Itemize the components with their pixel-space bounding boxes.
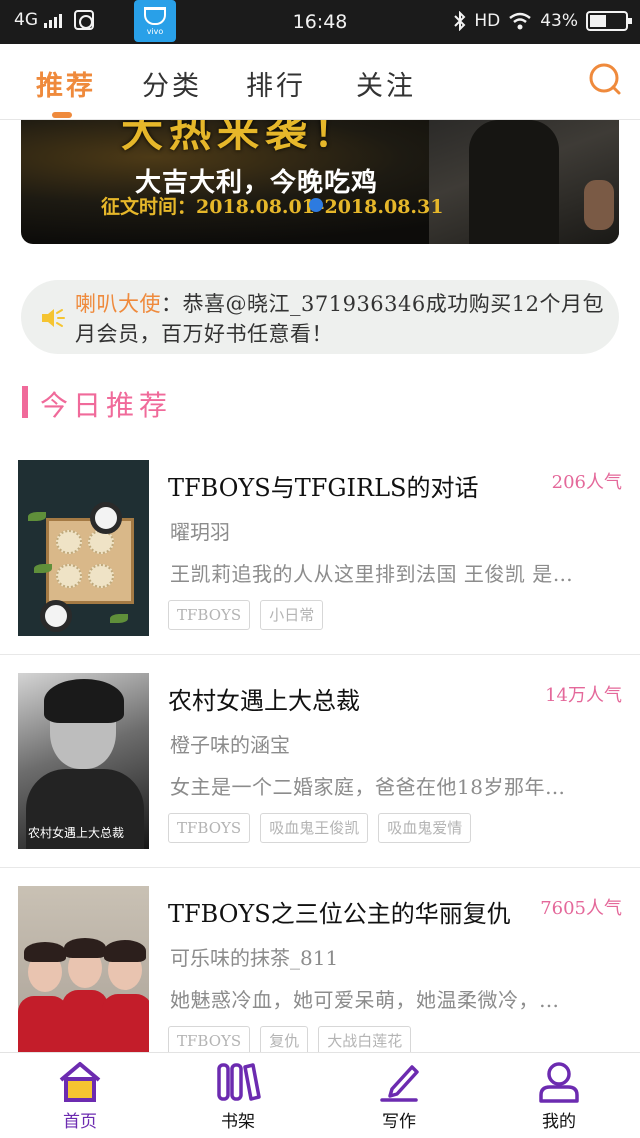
- section-title: 今日推荐: [40, 389, 173, 422]
- top-nav: 推荐 分类 排行 关注: [0, 44, 640, 120]
- home-icon: [59, 1062, 101, 1102]
- nav-bookshelf[interactable]: 书架: [198, 1061, 278, 1132]
- book-tags: TFBOYS 小日常: [168, 600, 324, 630]
- hd-label: HD: [474, 11, 501, 31]
- book-tag[interactable]: 吸血鬼王俊凯: [260, 813, 369, 843]
- list-divider: [0, 867, 640, 868]
- nav-profile[interactable]: 我的: [519, 1061, 599, 1132]
- book-title[interactable]: TFBOYS之三位公主的华丽复仇: [168, 894, 511, 929]
- search-icon[interactable]: [588, 62, 622, 96]
- list-divider: [0, 654, 640, 655]
- nav-write[interactable]: 写作: [359, 1061, 439, 1132]
- announcement-bar[interactable]: 喇叭大使：恭喜@晓江_371936346成功购买12个月包月会员，百万好书任意看…: [21, 280, 619, 354]
- book-cover[interactable]: [18, 886, 149, 1062]
- book-description: 她魅惑冷血，她可爱呆萌，她温柔微冷，…: [170, 988, 560, 1012]
- tab-recommend[interactable]: 推荐: [36, 64, 96, 103]
- nav-write-label: 写作: [382, 1112, 416, 1132]
- battery-percent: 43%: [540, 11, 578, 31]
- book-popularity: 14万人气: [545, 685, 622, 706]
- book-cover[interactable]: [18, 460, 149, 636]
- book-tag[interactable]: 小日常: [260, 600, 324, 630]
- section-marker: [22, 386, 28, 418]
- banner-dates: 征文时间：2018.08.01–2018.08.31: [101, 196, 444, 218]
- book-description: 女主是一个二婚家庭，爸爸在他18岁那年…: [170, 775, 566, 799]
- book-popularity: 206人气: [551, 472, 622, 493]
- bluetooth-icon: [454, 11, 466, 31]
- book-description: 王凯莉追我的人从这里排到法国 王俊凯 是…: [170, 562, 574, 586]
- book-cover[interactable]: 农村女遇上大总裁: [18, 673, 149, 849]
- battery-icon: [586, 11, 632, 31]
- speaker-icon: [42, 309, 65, 327]
- book-title[interactable]: 农村女遇上大总裁: [168, 681, 360, 716]
- book-author: 曜玥羽: [170, 520, 230, 544]
- book-tag[interactable]: TFBOYS: [168, 813, 251, 843]
- bookshelf-icon: [217, 1063, 261, 1101]
- tab-follow[interactable]: 关注: [356, 64, 416, 103]
- nav-bookshelf-label: 书架: [221, 1112, 255, 1132]
- promo-banner[interactable]: 大热来袭！ 大吉大利，今晚吃鸡 征文时间：2018.08.01–2018.08.…: [21, 120, 619, 244]
- book-tags: TFBOYS 吸血鬼王俊凯 吸血鬼爱情: [168, 813, 472, 843]
- book-title[interactable]: TFBOYS与TFGIRLS的对话: [168, 468, 478, 503]
- book-popularity: 7605人气: [540, 898, 622, 919]
- nav-profile-label: 我的: [542, 1112, 576, 1132]
- book-author: 橙子味的涵宝: [170, 733, 290, 757]
- book-tag[interactable]: 吸血鬼爱情: [378, 813, 472, 843]
- book-item[interactable]: TFBOYS与TFGIRLS的对话 206人气 曜玥羽 王凯莉追我的人从这里排到…: [0, 460, 640, 674]
- nav-home[interactable]: 首页: [40, 1061, 120, 1132]
- book-author: 可乐味的抹茶_811: [170, 946, 339, 970]
- banner-title: 大热来袭！: [121, 120, 362, 156]
- tab-ranking[interactable]: 排行: [246, 64, 306, 103]
- carousel-dot: [309, 198, 323, 212]
- banner-figure: [429, 120, 619, 244]
- profile-icon: [539, 1062, 579, 1103]
- tab-category[interactable]: 分类: [142, 64, 202, 103]
- status-bar: 4G vivo 16:48 HD 43%: [0, 0, 640, 44]
- book-tag[interactable]: TFBOYS: [168, 600, 251, 630]
- status-right: HD 43%: [454, 11, 632, 31]
- pen-icon: [380, 1065, 419, 1102]
- bottom-nav: 首页 书架 写作 我的: [0, 1052, 640, 1138]
- notice-label: 喇叭大使: [75, 292, 161, 316]
- cover-text: 农村女遇上大总裁: [28, 826, 125, 840]
- book-item[interactable]: 农村女遇上大总裁 农村女遇上大总裁 14万人气 橙子味的涵宝 女主是一个二婚家庭…: [0, 673, 640, 887]
- nav-home-label: 首页: [63, 1112, 97, 1132]
- notice-text: 喇叭大使：恭喜@晓江_371936346成功购买12个月包月会员，百万好书任意看…: [75, 289, 615, 349]
- wifi-icon: [509, 12, 531, 30]
- active-tab-indicator: [52, 112, 72, 118]
